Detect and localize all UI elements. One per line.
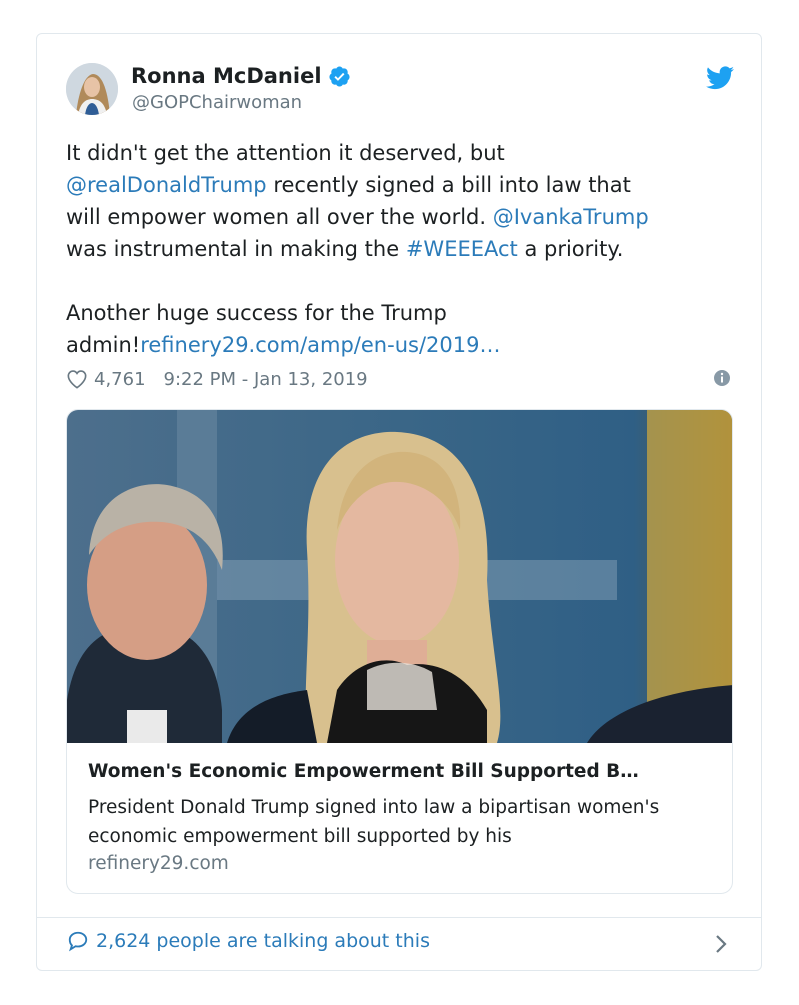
tweet-text-segment: It didn't get the attention it deserved,… [66,141,505,165]
author-name-text[interactable]: Ronna McDaniel [131,64,322,88]
twitter-bird-icon[interactable] [706,66,734,90]
mention-ivankatrump-link[interactable]: @IvankaTrump [493,205,649,229]
link-preview-card[interactable]: Women's Economic Empowerment Bill Suppor… [66,409,733,894]
tweet-meta-row: 4,761 9:22 PM - Jan 13, 2019 [66,366,731,392]
info-icon[interactable] [713,369,731,387]
embedded-tweet-card: Ronna McDaniel @GOPChairwoman It didn't … [36,33,762,971]
link-card-description: President Donald Trump signed into law a… [88,797,660,847]
chevron-right-icon[interactable] [714,934,728,954]
author-name[interactable]: Ronna McDaniel [131,64,351,88]
link-card-title[interactable]: Women's Economic Empowerment Bill Suppor… [88,761,713,782]
tweet-timestamp[interactable]: 9:22 PM - Jan 13, 2019 [164,369,368,390]
verified-badge-icon [328,66,350,87]
tweet-paragraph-2: Another huge success for the Trump admin… [66,297,726,361]
tweet-text-segment: admin! [66,333,141,357]
link-card-domain: refinery29.com [88,853,229,874]
hashtag-weeeact-link[interactable]: #WEEEAct [406,237,518,261]
speech-bubble-icon [68,931,88,952]
author-handle[interactable]: @GOPChairwoman [132,92,302,113]
article-url-link[interactable]: refinery29.com/amp/en-us/2019… [140,333,500,357]
tweet-text-segment: recently signed a bill into law that [266,173,631,197]
heart-icon[interactable] [66,369,88,389]
tweet-text-segment: a priority. [517,237,624,261]
like-count[interactable]: 4,761 [94,369,146,390]
tweet-text: It didn't get the attention it deserved,… [66,137,726,361]
tweet-text-segment: Another huge success for the Trump [66,301,447,325]
footer-divider [37,917,761,918]
tweet-text-segment: was instrumental in making the [66,237,406,261]
author-avatar[interactable] [66,63,118,115]
mention-realdonaldtrump-link[interactable]: @realDonaldTrump [66,173,267,197]
article-photo[interactable] [67,410,732,743]
tweet-text-segment: will empower women all over the world. [66,205,493,229]
tweet-paragraph-1: It didn't get the attention it deserved,… [66,137,726,265]
conversation-count-text[interactable]: 2,624 people are talking about this [96,930,430,952]
conversation-link[interactable]: 2,624 people are talking about this [67,930,430,952]
